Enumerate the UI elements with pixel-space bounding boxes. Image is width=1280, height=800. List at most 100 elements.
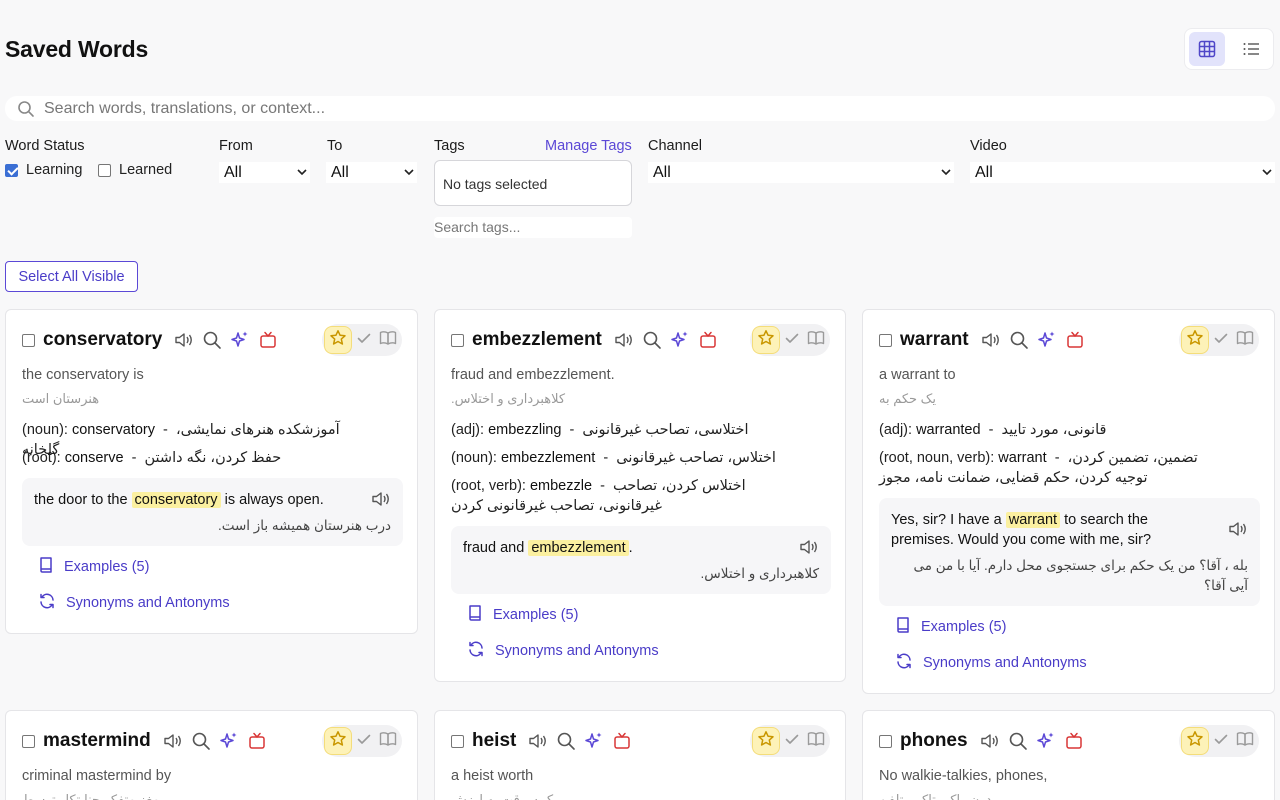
to-select-value: All bbox=[331, 163, 349, 181]
star-button[interactable] bbox=[752, 727, 780, 755]
open-book-button[interactable] bbox=[1233, 330, 1257, 351]
synonyms-link[interactable]: Synonyms and Antonyms bbox=[467, 640, 659, 662]
star-button[interactable] bbox=[752, 326, 780, 354]
grid-view-button[interactable] bbox=[1189, 32, 1225, 66]
synonyms-link[interactable]: Synonyms and Antonyms bbox=[895, 652, 1087, 674]
speaker-icon[interactable] bbox=[371, 490, 391, 513]
learning-checkbox-row[interactable]: Learning bbox=[5, 162, 82, 178]
word-form: embezzling bbox=[488, 422, 562, 438]
tv-icon[interactable] bbox=[1060, 729, 1088, 753]
open-book-button[interactable] bbox=[804, 731, 828, 752]
speaker-icon[interactable] bbox=[159, 729, 187, 753]
tags-search-input[interactable]: Search tags... bbox=[434, 217, 632, 238]
mark-learned-button[interactable] bbox=[352, 330, 376, 351]
open-book-button[interactable] bbox=[376, 731, 400, 752]
manage-tags-link[interactable]: Manage Tags bbox=[545, 138, 632, 154]
to-select[interactable]: All bbox=[326, 162, 417, 183]
search-icon[interactable] bbox=[187, 729, 215, 753]
open-book-button[interactable] bbox=[804, 330, 828, 351]
sparkle-icon[interactable] bbox=[215, 729, 243, 753]
speaker-icon[interactable] bbox=[799, 538, 819, 561]
book-open-icon bbox=[807, 731, 825, 752]
speaker-icon[interactable] bbox=[610, 328, 638, 352]
tags-selected-text: No tags selected bbox=[443, 176, 548, 192]
tv-icon[interactable] bbox=[1061, 328, 1089, 352]
card-select-checkbox[interactable] bbox=[451, 333, 464, 347]
examples-link[interactable]: Examples (5) bbox=[467, 604, 578, 626]
list-view-button[interactable] bbox=[1233, 32, 1269, 66]
definition-row: (noun): embezzlement - اختلاس، تصاحب غیر… bbox=[451, 450, 776, 466]
mark-learned-button[interactable] bbox=[780, 731, 804, 752]
video-select[interactable]: All bbox=[970, 162, 1275, 183]
select-all-visible-button[interactable]: Select All Visible bbox=[5, 261, 138, 292]
context-text: a warrant to bbox=[879, 367, 956, 383]
mark-learned-button[interactable] bbox=[1209, 731, 1233, 752]
card-header: mastermind bbox=[22, 729, 271, 753]
speaker-icon[interactable] bbox=[977, 328, 1005, 352]
card-select-checkbox[interactable] bbox=[22, 734, 35, 748]
channel-label: Channel bbox=[648, 138, 703, 154]
definition-meaning: اختلاسی، تصاحب غیرقانونی bbox=[582, 422, 749, 438]
tv-icon[interactable] bbox=[254, 328, 282, 352]
tv-icon[interactable] bbox=[608, 729, 636, 753]
example-highlight: conservatory bbox=[131, 492, 221, 508]
channel-select-value: All bbox=[653, 163, 671, 181]
from-select[interactable]: All bbox=[219, 162, 310, 183]
context-text: No walkie-talkies, phones, bbox=[879, 768, 1048, 784]
examples-link[interactable]: Examples (5) bbox=[895, 616, 1006, 638]
sparkle-icon[interactable] bbox=[1033, 328, 1061, 352]
synonyms-link[interactable]: Synonyms and Antonyms bbox=[38, 592, 230, 614]
star-icon bbox=[329, 329, 347, 352]
sparkle-icon[interactable] bbox=[1032, 729, 1060, 753]
learning-checkbox[interactable] bbox=[5, 163, 18, 177]
search-icon[interactable] bbox=[198, 328, 226, 352]
tags-selector[interactable]: No tags selected bbox=[434, 160, 632, 206]
mark-learned-button[interactable] bbox=[352, 731, 376, 752]
learned-checkbox-row[interactable]: Learned bbox=[98, 162, 172, 178]
star-icon bbox=[329, 730, 347, 753]
sparkle-icon[interactable] bbox=[666, 328, 694, 352]
word-title: heist bbox=[472, 730, 517, 751]
tv-icon[interactable] bbox=[694, 328, 722, 352]
sparkle-icon[interactable] bbox=[226, 328, 254, 352]
speaker-icon[interactable] bbox=[1228, 520, 1248, 543]
speaker-icon[interactable] bbox=[524, 729, 552, 753]
example-before: Yes, sir? I have a bbox=[891, 512, 1002, 528]
card-select-checkbox[interactable] bbox=[879, 734, 892, 748]
star-button[interactable] bbox=[1181, 326, 1209, 354]
book-open-icon bbox=[379, 330, 397, 351]
part-of-speech: (root, verb): bbox=[451, 478, 526, 494]
check-icon bbox=[356, 731, 372, 752]
chevron-down-icon bbox=[1262, 169, 1272, 176]
star-icon bbox=[757, 730, 775, 753]
examples-link[interactable]: Examples (5) bbox=[38, 556, 149, 578]
search-icon[interactable] bbox=[552, 729, 580, 753]
open-book-button[interactable] bbox=[376, 330, 400, 351]
search-input[interactable] bbox=[44, 99, 1244, 118]
sparkle-icon[interactable] bbox=[580, 729, 608, 753]
definition-meaning: قانونی، مورد تایید bbox=[1001, 422, 1107, 438]
example-box: Yes, sir? I have a warrant to search the… bbox=[879, 498, 1260, 606]
learned-checkbox[interactable] bbox=[98, 163, 111, 177]
open-book-button[interactable] bbox=[1233, 731, 1257, 752]
star-button[interactable] bbox=[324, 727, 352, 755]
word-card: mastermind criminal mastermind by مغز متفک… bbox=[5, 710, 418, 800]
channel-select[interactable]: All bbox=[648, 162, 954, 183]
grid-icon bbox=[1198, 40, 1216, 58]
star-button[interactable] bbox=[1181, 727, 1209, 755]
example-highlight: warrant bbox=[1005, 512, 1061, 528]
search-icon[interactable] bbox=[1005, 328, 1033, 352]
star-button[interactable] bbox=[324, 326, 352, 354]
search-icon[interactable] bbox=[638, 328, 666, 352]
card-select-checkbox[interactable] bbox=[451, 734, 464, 748]
mark-learned-button[interactable] bbox=[780, 330, 804, 351]
tv-icon[interactable] bbox=[243, 729, 271, 753]
mark-learned-button[interactable] bbox=[1209, 330, 1233, 351]
card-select-checkbox[interactable] bbox=[22, 333, 35, 347]
speaker-icon[interactable] bbox=[976, 729, 1004, 753]
card-select-checkbox[interactable] bbox=[879, 333, 892, 347]
speaker-icon[interactable] bbox=[170, 328, 198, 352]
card-actions bbox=[322, 324, 402, 356]
from-select-value: All bbox=[224, 163, 242, 181]
search-icon[interactable] bbox=[1004, 729, 1032, 753]
